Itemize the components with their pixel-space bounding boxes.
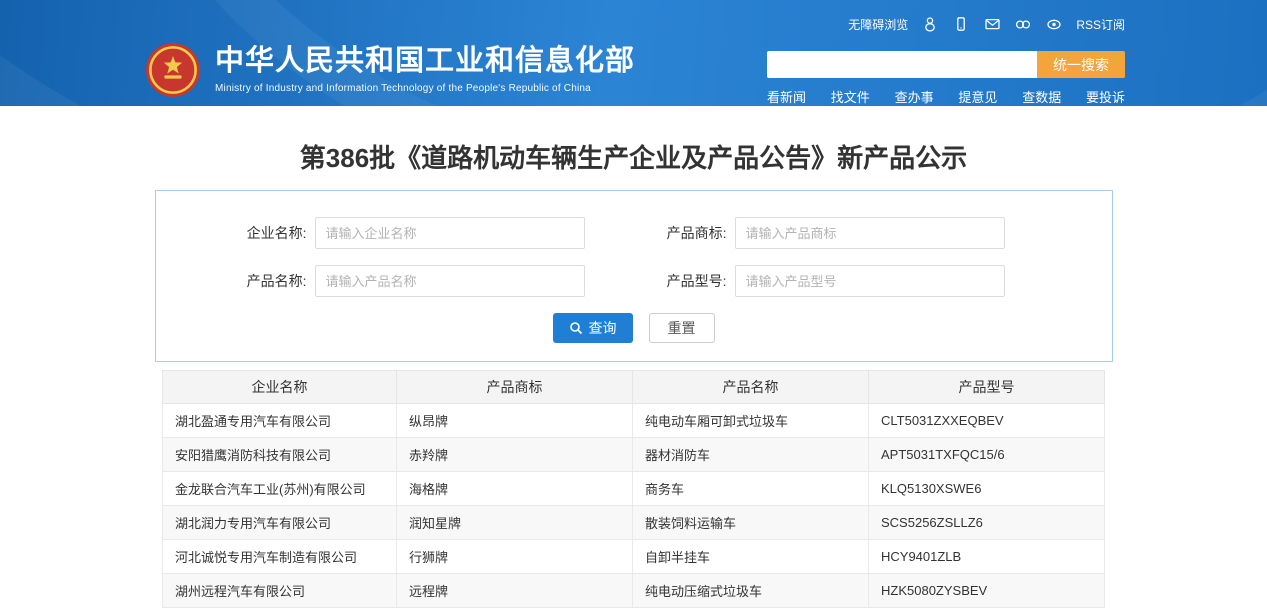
weibo-icon[interactable] <box>1045 15 1063 33</box>
nav-item-data[interactable]: 查数据 <box>1022 87 1061 106</box>
product-brand-input[interactable] <box>735 217 1005 249</box>
cell-company: 湖州远程汽车有限公司 <box>163 574 397 608</box>
national-emblem-icon <box>145 42 201 98</box>
cell-model: HCY9401ZLB <box>869 540 1105 574</box>
cell-brand: 润知星牌 <box>397 506 633 540</box>
unified-search-button[interactable]: 统一搜索 <box>1037 51 1125 78</box>
reset-button[interactable]: 重置 <box>649 313 715 343</box>
product-model-input[interactable] <box>735 265 1005 297</box>
query-button[interactable]: 查询 <box>553 313 633 343</box>
brand-row: 中华人民共和国工业和信息化部 Ministry of Industry and … <box>0 42 1267 106</box>
column-header-product: 产品名称 <box>633 371 869 404</box>
product-name-label: 产品名称: <box>170 271 315 291</box>
rss-link[interactable]: RSS订阅 <box>1076 16 1125 33</box>
cell-product: 纯电动压缩式垃圾车 <box>633 574 869 608</box>
wechat-icon[interactable] <box>1014 15 1032 33</box>
product-brand-label: 产品商标: <box>585 223 735 243</box>
cell-brand: 远程牌 <box>397 574 633 608</box>
mobile-icon[interactable] <box>952 15 970 33</box>
results-table-body: 湖北盈通专用汽车有限公司 纵昂牌 纯电动车厢可卸式垃圾车 CLT5031ZXXE… <box>163 404 1105 608</box>
cell-model: KLQ5130XSWE6 <box>869 472 1105 506</box>
cell-brand: 行狮牌 <box>397 540 633 574</box>
cell-company: 湖北盈通专用汽车有限公司 <box>163 404 397 438</box>
cell-brand: 海格牌 <box>397 472 633 506</box>
nav-item-services[interactable]: 查办事 <box>895 87 934 106</box>
nav-item-documents[interactable]: 找文件 <box>831 87 870 106</box>
column-header-brand: 产品商标 <box>397 371 633 404</box>
product-name-input[interactable] <box>315 265 585 297</box>
ministry-name-cn: 中华人民共和国工业和信息化部 <box>215 46 635 78</box>
mail-icon[interactable] <box>983 15 1001 33</box>
nav-item-feedback[interactable]: 提意见 <box>958 87 997 106</box>
utility-bar: 无障碍浏览 RSS订阅 <box>848 15 1125 33</box>
cell-model: SCS5256ZSLLZ6 <box>869 506 1105 540</box>
cell-brand: 赤羚牌 <box>397 438 633 472</box>
table-row: 河北诚悦专用汽车制造有限公司 行狮牌 自卸半挂车 HCY9401ZLB <box>163 540 1105 574</box>
field-product-model: 产品型号: <box>585 265 1005 297</box>
cell-product: 自卸半挂车 <box>633 540 869 574</box>
page-title: 第386批《道路机动车辆生产企业及产品公告》新产品公示 <box>0 142 1267 174</box>
product-model-label: 产品型号: <box>585 271 735 291</box>
table-row: 湖北润力专用汽车有限公司 润知星牌 散装饲料运输车 SCS5256ZSLLZ6 <box>163 506 1105 540</box>
column-header-company: 企业名称 <box>163 371 397 404</box>
cell-company: 河北诚悦专用汽车制造有限公司 <box>163 540 397 574</box>
cell-product: 纯电动车厢可卸式垃圾车 <box>633 404 869 438</box>
ministry-name-en: Ministry of Industry and Information Tec… <box>215 83 635 94</box>
table-row: 金龙联合汽车工业(苏州)有限公司 海格牌 商务车 KLQ5130XSWE6 <box>163 472 1105 506</box>
header-search-area: 统一搜索 看新闻 找文件 查办事 提意见 查数据 要投诉 <box>767 51 1125 106</box>
cell-product: 散装饲料运输车 <box>633 506 869 540</box>
brand-text: 中华人民共和国工业和信息化部 Ministry of Industry and … <box>215 46 635 94</box>
cell-model: HZK5080ZYSBEV <box>869 574 1105 608</box>
results-table: 企业名称 产品商标 产品名称 产品型号 湖北盈通专用汽车有限公司 纵昂牌 纯电动… <box>162 370 1105 608</box>
cell-model: CLT5031ZXXEQBEV <box>869 404 1105 438</box>
header-nav: 看新闻 找文件 查办事 提意见 查数据 要投诉 <box>767 87 1125 106</box>
brand: 中华人民共和国工业和信息化部 Ministry of Industry and … <box>145 42 635 98</box>
mascot-icon[interactable] <box>921 15 939 33</box>
query-button-label: 查询 <box>589 318 617 338</box>
cell-model: APT5031TXFQC15/6 <box>869 438 1105 472</box>
field-product-name: 产品名称: <box>170 265 585 297</box>
table-row: 湖北盈通专用汽车有限公司 纵昂牌 纯电动车厢可卸式垃圾车 CLT5031ZXXE… <box>163 404 1105 438</box>
field-product-brand: 产品商标: <box>585 217 1005 249</box>
cell-company: 金龙联合汽车工业(苏州)有限公司 <box>163 472 397 506</box>
company-name-input[interactable] <box>315 217 585 249</box>
cell-company: 湖北润力专用汽车有限公司 <box>163 506 397 540</box>
company-name-label: 企业名称: <box>170 223 315 243</box>
filter-form: 企业名称: 产品商标: 产品名称: 产品型号: 查询 重置 <box>155 190 1113 362</box>
site-header: 无障碍浏览 RSS订阅 <box>0 0 1267 106</box>
table-row: 湖州远程汽车有限公司 远程牌 纯电动压缩式垃圾车 HZK5080ZYSBEV <box>163 574 1105 608</box>
nav-item-news[interactable]: 看新闻 <box>767 87 806 106</box>
cell-product: 商务车 <box>633 472 869 506</box>
column-header-model: 产品型号 <box>869 371 1105 404</box>
cell-product: 器材消防车 <box>633 438 869 472</box>
accessibility-link[interactable]: 无障碍浏览 <box>848 16 908 33</box>
field-company-name: 企业名称: <box>170 217 585 249</box>
table-header-row: 企业名称 产品商标 产品名称 产品型号 <box>163 371 1105 404</box>
nav-item-complaint[interactable]: 要投诉 <box>1086 87 1125 106</box>
unified-search-input[interactable] <box>767 51 1037 78</box>
table-row: 安阳猎鹰消防科技有限公司 赤羚牌 器材消防车 APT5031TXFQC15/6 <box>163 438 1105 472</box>
cell-brand: 纵昂牌 <box>397 404 633 438</box>
cell-company: 安阳猎鹰消防科技有限公司 <box>163 438 397 472</box>
magnifier-icon <box>569 321 583 335</box>
